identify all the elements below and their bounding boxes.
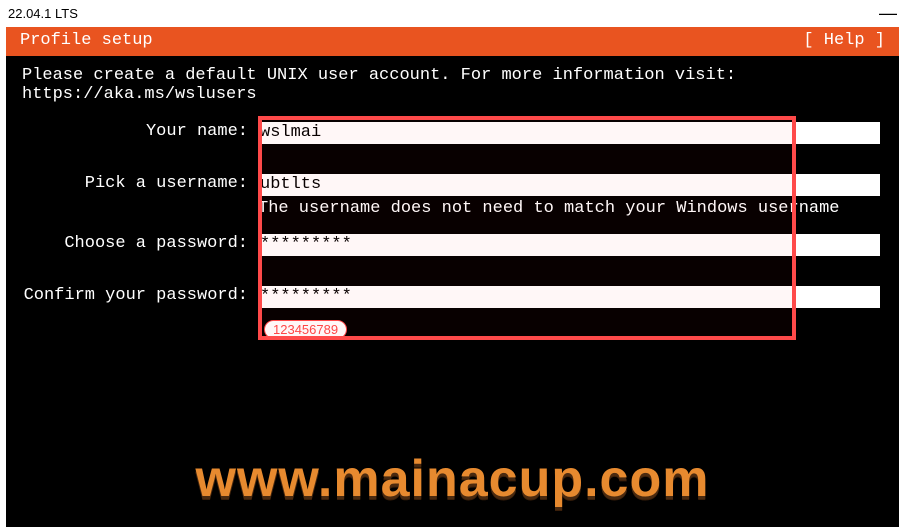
username-label: Pick a username:: [22, 174, 258, 193]
name-label: Your name:: [22, 122, 258, 141]
password-input[interactable]: *********: [258, 234, 880, 256]
content-area: Please create a default UNIX user accoun…: [6, 66, 899, 340]
username-hint: The username does not need to match your…: [258, 198, 880, 220]
help-button[interactable]: [ Help ]: [803, 31, 885, 50]
row-name: Your name: wslmai: [22, 122, 883, 144]
password-annotation: 123456789: [22, 314, 883, 340]
row-confirm: Confirm your password: *********: [22, 286, 883, 308]
intro-text: Please create a default UNIX user accoun…: [22, 66, 883, 104]
username-input[interactable]: ubtlts: [258, 174, 880, 196]
window-title: 22.04.1 LTS: [8, 6, 78, 21]
intro-line1: Please create a default UNIX user accoun…: [22, 66, 883, 85]
password-annotation-text: 123456789: [264, 320, 347, 339]
minimize-button[interactable]: —: [879, 3, 897, 24]
header-title: Profile setup: [20, 31, 153, 50]
name-input[interactable]: wslmai: [258, 122, 880, 144]
confirm-input[interactable]: *********: [258, 286, 880, 308]
row-username: Pick a username: ubtlts The username doe…: [22, 174, 883, 220]
watermark: www.mainacup.com: [6, 449, 899, 509]
window-titlebar: 22.04.1 LTS —: [0, 0, 905, 26]
intro-line2: https://aka.ms/wslusers: [22, 85, 883, 104]
installer-header: Profile setup [ Help ]: [6, 27, 899, 56]
terminal-outer: Profile setup [ Help ] Please create a d…: [0, 26, 905, 528]
terminal: Profile setup [ Help ] Please create a d…: [6, 27, 899, 527]
row-password: Choose a password: *********: [22, 234, 883, 256]
confirm-label: Confirm your password:: [22, 286, 258, 305]
form-area: Your name: wslmai Pick a username: ubtlt…: [22, 122, 883, 340]
password-label: Choose a password:: [22, 234, 258, 253]
